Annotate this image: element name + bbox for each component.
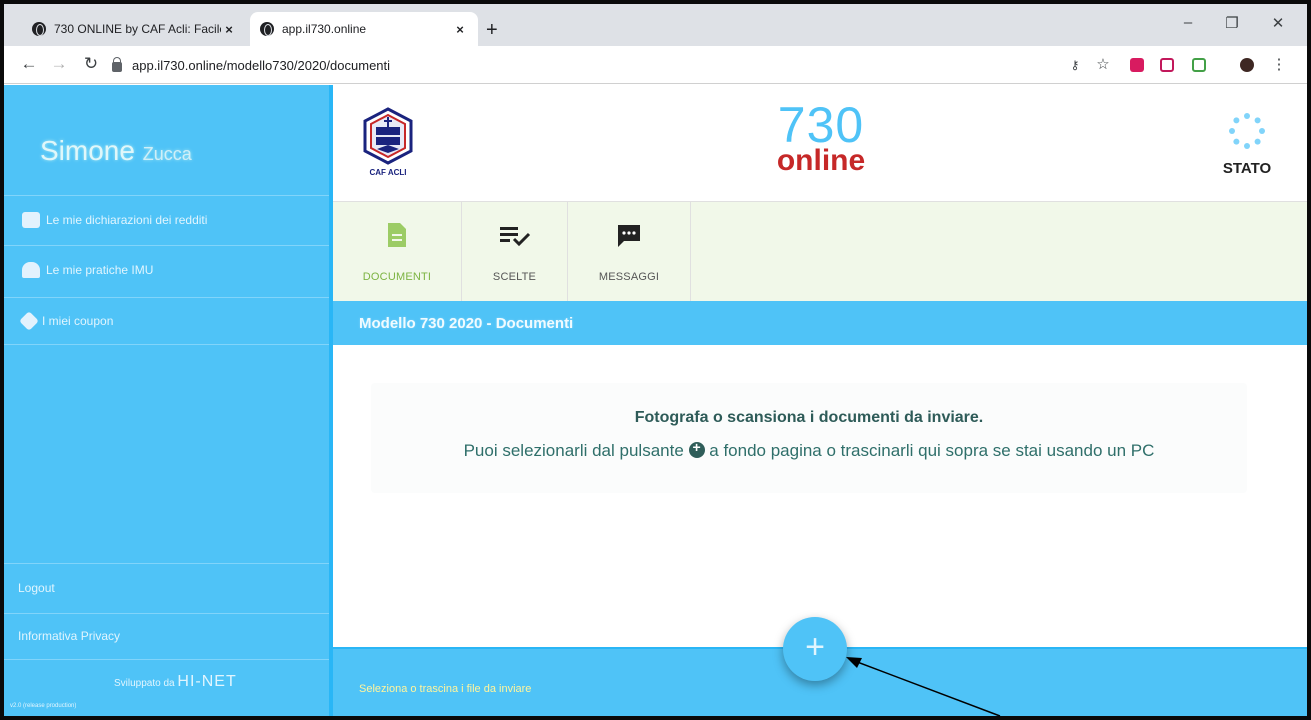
url-field[interactable]: app.il730.online/modello730/2020/documen… xyxy=(112,51,1052,79)
status-label: STATO xyxy=(1222,160,1272,177)
browser-tab-strip: 730 ONLINE by CAF Acli: Facile, × app.il… xyxy=(4,4,1307,46)
tab-label: DOCUMENTI xyxy=(362,271,432,283)
extension-icon[interactable] xyxy=(1192,58,1206,72)
house-icon xyxy=(22,261,40,278)
dropzone-text-before: Puoi selezionarli dal pulsante xyxy=(463,441,684,460)
tab-documenti[interactable]: DOCUMENTI xyxy=(333,202,462,302)
user-name: Simone Zucca xyxy=(40,135,192,167)
star-icon[interactable]: ☆ xyxy=(1094,56,1112,74)
new-tab-button[interactable]: + xyxy=(486,20,498,40)
browser-tab-title: 730 ONLINE by CAF Acli: Facile, xyxy=(54,22,221,36)
developer-credit: Sviluppato da HI-NET xyxy=(114,673,237,691)
browser-tab-title: app.il730.online xyxy=(282,22,367,36)
menu-dots-icon[interactable]: ⋮ xyxy=(1270,56,1288,74)
logo-text: CAF ACLI xyxy=(369,168,406,177)
sidebar-item-label: Le mie dichiarazioni dei redditi xyxy=(46,212,208,227)
tag-icon xyxy=(19,311,39,331)
sidebar: Simone Zucca Le mie dichiarazioni dei re… xyxy=(4,85,333,716)
sidebar-item-label: I miei coupon xyxy=(42,314,114,328)
profile-icon[interactable] xyxy=(1240,58,1254,72)
dropzone-title: Fotografa o scansiona i documenti da inv… xyxy=(634,409,984,426)
browser-tab-2[interactable]: app.il730.online × xyxy=(250,12,478,46)
add-circle-icon xyxy=(688,439,705,458)
forward-icon[interactable]: → xyxy=(48,54,70,74)
privacy-link[interactable]: Informativa Privacy xyxy=(4,613,333,657)
calendar-icon xyxy=(22,211,40,228)
sidebar-item-label: Le mie pratiche IMU xyxy=(46,262,154,277)
caf-acli-logo: CAF ACLI xyxy=(363,107,413,177)
brand-number: 730 xyxy=(777,97,865,153)
page-title: Modello 730 2020 - Documenti xyxy=(333,301,1307,345)
sidebar-item-imu[interactable]: Le mie pratiche IMU xyxy=(4,245,333,293)
tab-messaggi[interactable]: MESSAGGI xyxy=(568,202,691,302)
sidebar-item-coupon[interactable]: I miei coupon xyxy=(4,297,333,345)
close-tab-icon[interactable]: × xyxy=(452,22,468,37)
main-content: CAF ACLI 730 online STATO DOCUMENTI SCEL… xyxy=(333,85,1307,716)
sidebar-item-dichiarazioni[interactable]: Le mie dichiarazioni dei redditi xyxy=(4,195,333,243)
upload-hint: Seleziona o trascina i file da inviare xyxy=(359,683,532,695)
globe-icon xyxy=(260,22,274,36)
section-tabs: DOCUMENTI SCELTE MESSAGGI xyxy=(333,201,1307,302)
url-text: app.il730.online/modello730/2020/documen… xyxy=(132,57,391,73)
minimize-icon[interactable]: – xyxy=(1176,14,1200,31)
logout-link[interactable]: Logout xyxy=(4,563,333,611)
close-window-icon[interactable]: ✕ xyxy=(1266,14,1290,32)
developed-by-text: Sviluppato da xyxy=(114,678,175,689)
back-icon[interactable]: ← xyxy=(18,54,40,74)
loading-spinner-icon xyxy=(1229,113,1265,149)
document-icon xyxy=(388,223,406,247)
version-text: v2.0 (release production) xyxy=(10,703,77,709)
add-file-button[interactable]: + xyxy=(783,617,847,681)
dropzone-text-after: a fondo pagina o trascinarli qui sopra s… xyxy=(709,441,1155,460)
user-last-name: Zucca xyxy=(142,144,192,164)
user-first-name: Simone xyxy=(40,135,135,166)
reload-icon[interactable]: ↻ xyxy=(80,54,102,74)
lock-icon xyxy=(112,56,122,72)
tab-scelte[interactable]: SCELTE xyxy=(462,202,568,302)
tab-label: MESSAGGI xyxy=(598,271,660,283)
tab-label: SCELTE xyxy=(492,271,537,283)
brand-word: online xyxy=(776,144,866,177)
developer-logo: HI-NET xyxy=(177,673,237,690)
dropzone-instructions: Puoi selezionarli dal pulsante a fondo p… xyxy=(371,439,1247,461)
upload-dropzone[interactable]: Fotografa o scansiona i documenti da inv… xyxy=(371,383,1247,493)
address-bar: ← → ↻ app.il730.online/modello730/2020/d… xyxy=(4,46,1307,84)
checklist-icon xyxy=(499,227,530,247)
restore-icon[interactable]: ❐ xyxy=(1220,14,1244,32)
browser-tab-1[interactable]: 730 ONLINE by CAF Acli: Facile, × xyxy=(22,12,247,46)
key-icon[interactable]: ⚷ xyxy=(1066,56,1084,74)
status-indicator[interactable]: STATO xyxy=(1217,111,1277,177)
app-brand: 730 online xyxy=(741,97,901,177)
extension-icon[interactable] xyxy=(1160,58,1174,72)
close-tab-icon[interactable]: × xyxy=(221,22,237,37)
globe-icon xyxy=(32,22,46,36)
extension-icon[interactable] xyxy=(1130,58,1144,72)
message-icon xyxy=(618,225,640,247)
